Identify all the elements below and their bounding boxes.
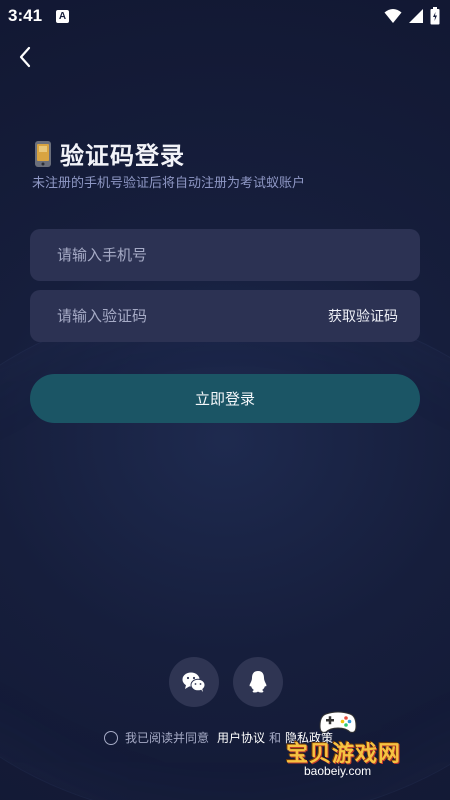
status-bar: 3:41 A	[0, 0, 450, 32]
watermark-url: baobeiy.com	[304, 764, 372, 778]
notification-app-icon: A	[56, 9, 70, 23]
wechat-login-button[interactable]	[169, 657, 219, 707]
login-screen: 3:41 A 验证码登录 未注册的手机号验证后将自动注册为考试蚁账户 请输入手机…	[0, 0, 450, 800]
phone-field	[30, 229, 420, 281]
agreement-row: 我已阅读并同意 用户协议 和 隐私政策	[104, 729, 333, 746]
status-icons	[384, 7, 440, 25]
privacy-policy-link[interactable]: 隐私政策	[285, 729, 333, 746]
qq-login-button[interactable]	[233, 657, 283, 707]
agreement-prefix: 我已阅读并同意	[125, 731, 210, 745]
page-subtitle: 未注册的手机号验证后将自动注册为考试蚁账户	[32, 176, 306, 191]
code-input[interactable]	[55, 306, 299, 326]
chevron-left-icon	[19, 46, 31, 68]
phone-input[interactable]	[55, 245, 299, 265]
code-field: 获取验证码	[30, 290, 420, 342]
user-agreement-link[interactable]: 用户协议	[217, 729, 265, 746]
battery-icon	[430, 7, 440, 25]
get-code-button[interactable]: 获取验证码	[328, 290, 398, 342]
status-time: 3:41	[8, 6, 43, 25]
mobile-phone-icon	[35, 140, 51, 167]
wifi-icon	[384, 8, 402, 24]
signal-icon	[408, 8, 424, 24]
back-button[interactable]	[12, 44, 38, 70]
login-button[interactable]: 立即登录	[30, 374, 420, 423]
title-row: 验证码登录	[32, 136, 185, 171]
agreement-and: 和	[269, 731, 282, 745]
agree-checkbox[interactable]	[104, 730, 118, 745]
qq-icon	[249, 671, 267, 693]
wechat-icon	[182, 672, 206, 692]
page-title: 验证码登录	[60, 142, 185, 170]
